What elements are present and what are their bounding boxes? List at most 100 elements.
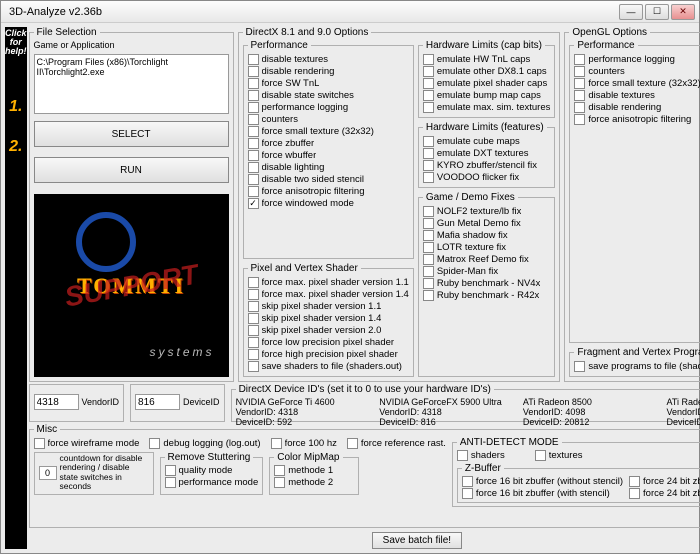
maximize-button[interactable]: ☐ (645, 4, 669, 20)
dx-shader-checkbox-7[interactable]: save shaders to file (shaders.out) (248, 360, 409, 372)
dx-feat-checkbox-1[interactable]: emulate DXT textures (423, 147, 551, 159)
dx-perf-checkbox-11[interactable]: force anisotropic filtering (248, 185, 409, 197)
checkbox-icon (629, 488, 640, 499)
dx-fixes-checkbox-7[interactable]: Ruby benchmark - R42x (423, 289, 551, 301)
checkbox-label: force anisotropic filtering (588, 114, 691, 125)
checkbox-label: LOTR texture fix (437, 242, 506, 253)
dx-perf-checkbox-7[interactable]: force zbuffer (248, 137, 409, 149)
dx-fixes-checkbox-0[interactable]: NOLF2 texture/lb fix (423, 205, 551, 217)
vendorid-input[interactable] (34, 394, 79, 410)
dx-caps-checkbox-1[interactable]: emulate other DX8.1 caps (423, 65, 551, 77)
ogl-perf-checkbox-2[interactable]: force small texture (32x32) (574, 77, 700, 89)
minimize-button[interactable]: — (619, 4, 643, 20)
checkbox-icon (423, 148, 434, 159)
dev-legend: DirectX Device ID's (set it to 0 to use … (236, 384, 494, 395)
ogl-perf-checkbox-4[interactable]: disable rendering (574, 101, 700, 113)
titlebar[interactable]: 3D-Analyze v2.36b — ☐ ✕ (1, 1, 699, 23)
misc-top-checkbox-3[interactable]: force reference rast. (347, 437, 446, 449)
dx-perf-checkbox-0[interactable]: disable textures (248, 53, 409, 65)
ogl-perf-checkbox-5[interactable]: force anisotropic filtering (574, 113, 700, 125)
dx-shader-checkbox-5[interactable]: force low precision pixel shader (248, 336, 409, 348)
checkbox-label: force low precision pixel shader (262, 337, 395, 348)
zbuf-checkbox-0[interactable]: force 16 bit zbuffer (without stencil) (462, 475, 623, 487)
dx-shader-checkbox-4[interactable]: skip pixel shader version 2.0 (248, 324, 409, 336)
dx-feat-checkbox-3[interactable]: VOODOO flicker fix (423, 171, 551, 183)
dx-perf-checkbox-8[interactable]: force wbuffer (248, 149, 409, 161)
dx-feat-checkbox-0[interactable]: emulate cube maps (423, 135, 551, 147)
file-path-box[interactable]: C:\Program Files (x86)\Torchlight II\Tor… (34, 54, 229, 114)
mipmap-checkbox-0[interactable]: methode 1 (274, 464, 354, 476)
checkbox-icon (423, 90, 434, 101)
dx-perf-checkbox-2[interactable]: force SW TnL (248, 77, 409, 89)
dx-shader-checkbox-3[interactable]: skip pixel shader version 1.4 (248, 312, 409, 324)
zbuf-checkbox-1[interactable]: force 16 bit zbuffer (with stencil) (462, 487, 623, 499)
dx-perf-checkbox-3[interactable]: disable state switches (248, 89, 409, 101)
dx-fixes-checkbox-6[interactable]: Ruby benchmark - NV4x (423, 277, 551, 289)
dx-shader-checkbox-2[interactable]: skip pixel shader version 1.1 (248, 300, 409, 312)
checkbox-icon (248, 78, 259, 89)
checkbox-icon (574, 102, 585, 113)
dx-perf-checkbox-4[interactable]: performance logging (248, 101, 409, 113)
checkbox-icon (423, 206, 434, 217)
help-sidebar[interactable]: Click for help! 1. 2. (5, 27, 27, 549)
checkbox-label: emulate other DX8.1 caps (437, 66, 547, 77)
misc-top-checkbox-2[interactable]: force 100 hz (271, 437, 337, 449)
dx-caps-checkbox-4[interactable]: emulate max. sim. textures (423, 101, 551, 113)
device-preset-1[interactable]: NVIDIA GeForceFX 5900 UltraVendorID: 431… (379, 397, 513, 427)
checkbox-icon (248, 162, 259, 173)
dx-perf-checkbox-6[interactable]: force small texture (32x32) (248, 125, 409, 137)
checkbox-label: performance mode (179, 477, 259, 488)
deviceid-input[interactable] (135, 394, 180, 410)
checkbox-icon (248, 337, 259, 348)
checkbox-label: disable state switches (262, 90, 354, 101)
dx-fixes-checkbox-2[interactable]: Mafia shadow fix (423, 229, 551, 241)
dx-perf-checkbox-12[interactable]: ✓force windowed mode (248, 197, 409, 209)
dx-feat-checkbox-2[interactable]: KYRO zbuffer/stencil fix (423, 159, 551, 171)
close-button[interactable]: ✕ (671, 4, 695, 20)
checkbox-icon (574, 78, 585, 89)
dx-fixes-checkbox-1[interactable]: Gun Metal Demo fix (423, 217, 551, 229)
ogl-perf-checkbox-0[interactable]: performance logging (574, 53, 700, 65)
stutter-checkbox-0[interactable]: quality mode (165, 464, 259, 476)
ogl-perf-checkbox-1[interactable]: counters (574, 65, 700, 77)
save-batch-button[interactable]: Save batch file! (372, 532, 462, 549)
dx-shader-checkbox-1[interactable]: force max. pixel shader version 1.4 (248, 288, 409, 300)
zbuf-checkbox-3[interactable]: force 24 bit zbuffer (with stencil) (629, 487, 700, 499)
misc-top-checkbox-0[interactable]: force wireframe mode (34, 437, 140, 449)
dx-caps-checkbox-3[interactable]: emulate bump map caps (423, 89, 551, 101)
dx-perf-checkbox-9[interactable]: disable lighting (248, 161, 409, 173)
device-preset-2[interactable]: ATi Radeon 8500VendorID: 4098DeviceID: 2… (523, 397, 657, 427)
dx-shader-checkbox-0[interactable]: force max. pixel shader version 1.1 (248, 276, 409, 288)
checkbox-icon (423, 290, 434, 301)
stutter-checkbox-1[interactable]: performance mode (165, 476, 259, 488)
select-button[interactable]: SELECT (34, 121, 229, 147)
checkbox-label: emulate DXT textures (437, 148, 529, 159)
ogl-perf-checkbox-3[interactable]: disable textures (574, 89, 700, 101)
dx-fixes-checkbox-5[interactable]: Spider-Man fix (423, 265, 551, 277)
countdown-input[interactable] (39, 466, 57, 480)
misc-legend: Misc (34, 424, 61, 435)
zbuf-checkbox-2[interactable]: force 24 bit zbuffer (without stencil) (629, 475, 700, 487)
dx-perf-checkbox-1[interactable]: disable rendering (248, 65, 409, 77)
run-button[interactable]: RUN (34, 157, 229, 183)
checkbox-icon (423, 160, 434, 171)
dx-caps-checkbox-2[interactable]: emulate pixel shader caps (423, 77, 551, 89)
dx-caps-checkbox-0[interactable]: emulate HW TnL caps (423, 53, 551, 65)
checkbox-icon (347, 438, 358, 449)
device-preset-0[interactable]: NVIDIA GeForce Ti 4600VendorID: 4318Devi… (236, 397, 370, 427)
checkbox-label: force 16 bit zbuffer (without stencil) (476, 476, 623, 487)
checkbox-icon (423, 266, 434, 277)
device-preset-3[interactable]: ATi Radeon 9800 ProVendorID: 4098DeviceI… (667, 397, 700, 427)
checkbox-label: force 100 hz (285, 438, 337, 449)
dx-perf-checkbox-5[interactable]: counters (248, 113, 409, 125)
anti-checkbox-1[interactable]: textures (535, 449, 583, 461)
dx-perf-checkbox-10[interactable]: disable two sided stencil (248, 173, 409, 185)
checkbox-label: NOLF2 texture/lb fix (437, 206, 521, 217)
mipmap-checkbox-1[interactable]: methode 2 (274, 476, 354, 488)
misc-top-checkbox-1[interactable]: debug logging (log.out) (149, 437, 260, 449)
dx-fixes-checkbox-4[interactable]: Matrox Reef Demo fix (423, 253, 551, 265)
anti-checkbox-0[interactable]: shaders (457, 449, 505, 461)
dx-fixes-checkbox-3[interactable]: LOTR texture fix (423, 241, 551, 253)
dx-shader-checkbox-6[interactable]: force high precision pixel shader (248, 348, 409, 360)
ogl-frag-checkbox-0[interactable]: save programs to file (shaders.out) (574, 360, 700, 372)
